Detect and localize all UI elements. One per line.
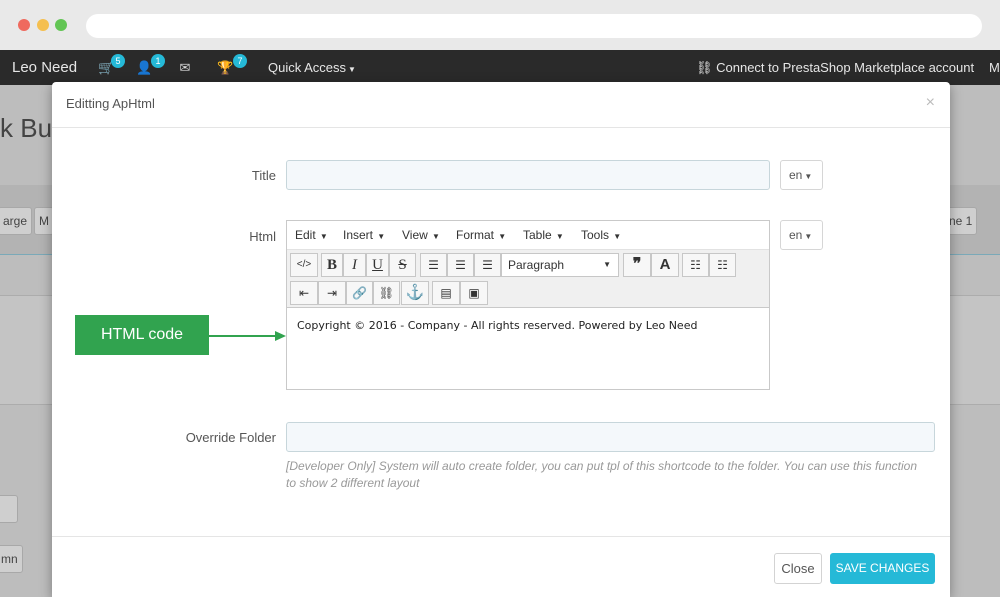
- override-folder-label: Override Folder: [185, 430, 276, 445]
- title-label: Title: [251, 168, 276, 183]
- insert-video-icon[interactable]: ▤: [432, 281, 460, 305]
- block-format-label: Paragraph: [508, 258, 565, 272]
- background-page-title: k Bui: [0, 113, 58, 143]
- browser-chrome: [0, 0, 1000, 50]
- html-language-label: en: [789, 228, 803, 242]
- insert-link-icon[interactable]: 🔗: [346, 281, 373, 305]
- address-bar[interactable]: [86, 14, 982, 38]
- menu-edit-label: Edit: [295, 228, 316, 242]
- modal-header: Editting ApHtml ×: [52, 82, 950, 128]
- editor-toolbar: </> B I U S ☰ ☰ ☰ Paragraph ▼ ❞ A ☷ ☷ ⇤ ⇥…: [287, 250, 769, 308]
- blockquote-icon[interactable]: ❞: [623, 253, 651, 277]
- close-window-dot[interactable]: [18, 19, 30, 31]
- menu-tools-label: Tools: [581, 228, 610, 242]
- caret-down-icon: ▼: [804, 232, 813, 241]
- rich-text-editor: Edit ▼ Insert ▼ View ▼ Format ▼ Table ▼ …: [286, 220, 770, 390]
- marketplace-connect-link[interactable]: ⛓ Connect to PrestaShop Marketplace acco…: [696, 60, 974, 76]
- menu-tools[interactable]: Tools ▼: [581, 228, 621, 242]
- caret-down-icon: ▼: [375, 232, 386, 241]
- editor-content-area[interactable]: Copyright © 2016 - Company - All rights …: [287, 309, 769, 389]
- html-language-dropdown[interactable]: en ▼: [780, 220, 823, 250]
- text-color-icon[interactable]: A: [651, 253, 679, 277]
- admin-navbar: Leo Need 🛒 5 👤 1 ✉ 🏆 7 Quick Access ▼ ⛓ C…: [0, 50, 1000, 85]
- bold-icon[interactable]: B: [321, 253, 343, 277]
- remove-link-icon[interactable]: ⛓: [373, 281, 400, 305]
- bullet-list-icon[interactable]: ☷: [682, 253, 709, 277]
- minimize-window-dot[interactable]: [37, 19, 49, 31]
- numbered-list-icon[interactable]: ☷: [709, 253, 736, 277]
- background-button: mn: [0, 545, 23, 573]
- link-icon: ⛓: [696, 60, 717, 75]
- title-input[interactable]: [286, 160, 770, 190]
- quick-access-label: Quick Access: [268, 60, 347, 75]
- modal-title: Editting ApHtml: [66, 96, 155, 111]
- anchor-icon[interactable]: ⚓: [401, 281, 429, 305]
- menu-insert[interactable]: Insert ▼: [343, 228, 385, 242]
- menu-view-label: View: [402, 228, 428, 242]
- title-language-label: en: [789, 168, 803, 182]
- indent-icon[interactable]: ⇥: [318, 281, 346, 305]
- shop-name[interactable]: Leo Need: [12, 59, 77, 76]
- caret-down-icon: ▼: [611, 232, 622, 241]
- background-button: M: [34, 207, 54, 235]
- envelope-icon[interactable]: ✉: [177, 60, 193, 76]
- insert-image-icon[interactable]: ▣: [460, 281, 488, 305]
- align-center-icon[interactable]: ☰: [447, 253, 474, 277]
- align-left-icon[interactable]: ☰: [420, 253, 447, 277]
- close-button[interactable]: Close: [774, 553, 822, 584]
- menu-format-label: Format: [456, 228, 495, 242]
- html-code-callout: HTML code: [75, 315, 209, 355]
- trophy-icon[interactable]: 🏆: [217, 60, 233, 76]
- save-changes-button[interactable]: SAVE CHANGES: [830, 553, 935, 584]
- callout-arrow-icon: [209, 331, 286, 341]
- underline-icon[interactable]: U: [366, 253, 389, 277]
- caret-down-icon: ▼: [804, 172, 813, 181]
- maximize-window-dot[interactable]: [55, 19, 67, 31]
- trophy-badge: 7: [233, 54, 247, 68]
- menu-format[interactable]: Format ▼: [456, 228, 506, 242]
- align-right-icon[interactable]: ☰: [474, 253, 501, 277]
- close-icon[interactable]: ×: [926, 94, 935, 112]
- background-dropdown: [0, 495, 18, 523]
- editor-content-text: Copyright © 2016 - Company - All rights …: [297, 319, 698, 332]
- menu-edit[interactable]: Edit ▼: [295, 228, 328, 242]
- caret-down-icon: ▼: [429, 232, 440, 241]
- menu-insert-label: Insert: [343, 228, 374, 242]
- caret-down-icon: ▼: [317, 232, 328, 241]
- menu-table-label: Table: [523, 228, 552, 242]
- outdent-icon[interactable]: ⇤: [290, 281, 318, 305]
- menu-view[interactable]: View ▼: [402, 228, 440, 242]
- caret-down-icon: ▼: [496, 232, 507, 241]
- navbar-more[interactable]: M: [989, 60, 1000, 75]
- background-button: arge: [0, 207, 33, 235]
- title-language-dropdown[interactable]: en ▼: [780, 160, 823, 190]
- customers-badge: 1: [151, 54, 165, 68]
- menu-table[interactable]: Table ▼: [523, 228, 564, 242]
- block-format-select[interactable]: Paragraph ▼: [501, 253, 619, 277]
- marketplace-connect-label: Connect to PrestaShop Marketplace accoun…: [716, 60, 975, 75]
- caret-down-icon: ▼: [553, 232, 564, 241]
- caret-down-icon: ▼: [348, 65, 356, 74]
- source-code-icon[interactable]: </>: [290, 253, 318, 277]
- strikethrough-icon[interactable]: S: [389, 253, 416, 277]
- editor-menubar: Edit ▼ Insert ▼ View ▼ Format ▼ Table ▼ …: [287, 221, 769, 250]
- caret-down-icon: ▼: [603, 260, 611, 269]
- override-folder-input[interactable]: [286, 422, 935, 452]
- cart-badge: 5: [111, 54, 125, 68]
- modal-footer: Close SAVE CHANGES: [52, 536, 950, 597]
- user-icon[interactable]: 👤: [136, 60, 152, 76]
- italic-icon[interactable]: I: [343, 253, 366, 277]
- html-label: Html: [249, 229, 276, 244]
- quick-access-menu[interactable]: Quick Access ▼: [268, 60, 356, 75]
- override-folder-help: [Developer Only] System will auto create…: [286, 459, 918, 490]
